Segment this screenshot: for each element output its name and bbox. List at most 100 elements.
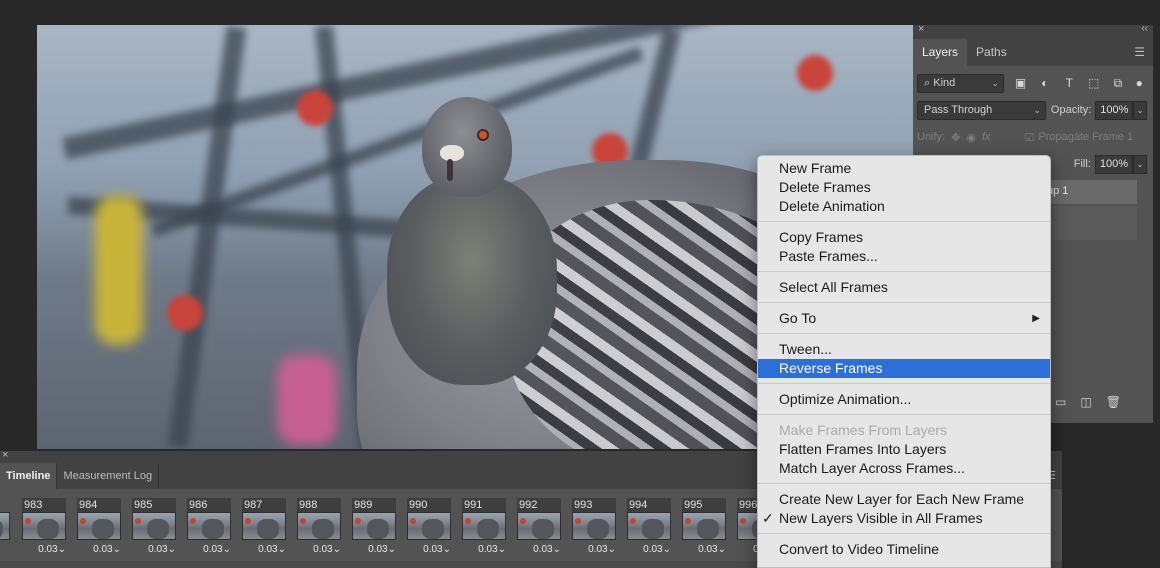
menu-item-label: Flatten Frames Into Layers <box>779 441 947 457</box>
frame-number: 984 <box>77 498 121 512</box>
red-ball <box>167 295 203 331</box>
menu-separator <box>758 216 1050 228</box>
frame-delay-value: 0.03 <box>148 544 168 555</box>
menu-item-label: Paste Frames... <box>779 248 878 264</box>
frame-delay-value: 0.03 <box>368 544 388 555</box>
frame-thumbnail <box>407 512 451 540</box>
blend-mode-dropdown[interactable]: Pass Through ⌄ <box>917 100 1046 120</box>
menu-item-label: Delete Animation <box>779 198 885 214</box>
frame-delay[interactable]: 0.03⌄ <box>698 544 726 555</box>
frame-delay[interactable]: 0.03⌄ <box>368 544 396 555</box>
fill-input[interactable]: 100% <box>1094 154 1133 174</box>
animation-frame[interactable]: 990 0.03⌄ <box>401 495 455 561</box>
menu-item-delete-frames[interactable]: Delete Frames <box>758 178 1050 197</box>
frame-delay-value: 0.03 <box>533 544 553 555</box>
chevron-down-icon: ⌄ <box>167 544 176 555</box>
menu-item-go-to[interactable]: Go To ▶ <box>758 309 1050 328</box>
menu-item-optimize-animation[interactable]: Optimize Animation... <box>758 390 1050 409</box>
tab-measurement-log[interactable]: Measurement Log <box>57 463 160 489</box>
smart-object-filter-icon[interactable]: ⧉ <box>1110 75 1125 91</box>
chevron-down-icon[interactable]: ⌄ <box>1133 100 1147 120</box>
animation-frame[interactable]: 994 0.03⌄ <box>621 495 675 561</box>
menu-item-flatten-frames-into-layers[interactable]: Flatten Frames Into Layers <box>758 440 1050 459</box>
animation-frame[interactable]: 995 0.03⌄ <box>676 495 730 561</box>
menu-separator <box>758 378 1050 390</box>
frame-number: 993 <box>572 498 616 512</box>
animation-frame[interactable] <box>0 495 14 561</box>
frame-delay[interactable]: 0.03⌄ <box>313 544 341 555</box>
new-layer-icon[interactable]: ◫ <box>1080 395 1091 409</box>
menu-item-paste-frames[interactable]: Paste Frames... <box>758 247 1050 266</box>
shape-filter-icon[interactable]: ⬚ <box>1086 75 1101 91</box>
frame-thumbnail <box>462 512 506 540</box>
panel-menu-icon[interactable]: ☰ <box>1134 45 1145 59</box>
unify-style-icon[interactable]: fx <box>982 131 991 143</box>
menu-item-convert-to-video-timeline[interactable]: Convert to Video Timeline <box>758 540 1050 559</box>
new-group-icon[interactable]: ▭ <box>1055 395 1066 409</box>
chevron-down-icon[interactable]: ⌄ <box>1133 154 1147 174</box>
animation-frame[interactable]: 984 0.03⌄ <box>71 495 125 561</box>
adjustment-filter-icon[interactable]: ◐ <box>1037 75 1052 91</box>
pixel-layer-filter-icon[interactable]: ▣ <box>1013 75 1028 91</box>
frame-delay[interactable]: 0.03⌄ <box>478 544 506 555</box>
tab-timeline[interactable]: Timeline <box>0 463 58 489</box>
unify-position-icon[interactable]: ✥ <box>951 131 960 144</box>
frame-thumbnail <box>517 512 561 540</box>
frame-delay[interactable]: 0.03⌄ <box>533 544 561 555</box>
frame-delay[interactable]: 0.03⌄ <box>643 544 671 555</box>
opacity-input[interactable]: 100% <box>1095 100 1134 120</box>
menu-item-label: New Frame <box>779 160 852 176</box>
menu-item-match-layer-across-frames[interactable]: Match Layer Across Frames... <box>758 459 1050 478</box>
type-filter-icon[interactable]: T <box>1062 75 1077 91</box>
close-icon[interactable]: × <box>2 449 8 461</box>
frame-delay[interactable]: 0.03⌄ <box>203 544 231 555</box>
tab-layers[interactable]: Layers <box>913 39 968 66</box>
menu-item-reverse-frames[interactable]: Reverse Frames <box>758 359 1050 378</box>
collapse-icon[interactable]: ‹‹ <box>1141 23 1148 34</box>
chevron-down-icon: ⌄ <box>662 544 671 555</box>
chevron-down-icon: ⌄ <box>222 544 231 555</box>
close-icon[interactable]: × <box>918 23 924 35</box>
menu-item-copy-frames[interactable]: Copy Frames <box>758 228 1050 247</box>
animation-frame[interactable]: 992 0.03⌄ <box>511 495 565 561</box>
tab-paths[interactable]: Paths <box>967 39 1016 66</box>
frame-number: 985 <box>132 498 176 512</box>
animation-frame[interactable]: 989 0.03⌄ <box>346 495 400 561</box>
trash-icon[interactable]: 🗑 <box>1106 395 1121 409</box>
menu-item-new-layers-visible-in-all-frames[interactable]: ✓ New Layers Visible in All Frames <box>758 509 1050 528</box>
animation-frame[interactable]: 985 0.03⌄ <box>126 495 180 561</box>
frame-delay[interactable]: 0.03⌄ <box>258 544 286 555</box>
checkbox-icon[interactable]: ☑ <box>1025 131 1035 144</box>
frame-delay[interactable]: 0.03⌄ <box>423 544 451 555</box>
animation-frame[interactable]: 986 0.03⌄ <box>181 495 235 561</box>
frame-delay-value: 0.03 <box>588 544 608 555</box>
menu-item-delete-animation[interactable]: Delete Animation <box>758 197 1050 216</box>
menu-item-create-new-layer-for-each-new-frame[interactable]: Create New Layer for Each New Frame <box>758 490 1050 509</box>
menu-item-new-frame[interactable]: New Frame <box>758 159 1050 178</box>
frame-delay[interactable]: 0.03⌄ <box>588 544 616 555</box>
menu-separator <box>758 478 1050 490</box>
animation-frame[interactable]: 983 0.03⌄ <box>16 495 70 561</box>
submenu-arrow-icon: ▶ <box>1032 313 1040 324</box>
photoshop-window: × ‹‹ Layers Paths ☰ ⌕ Kind ⌄ ▣ ◐ T ⬚ ⧉ ●… <box>0 0 1160 568</box>
filter-toggle-icon[interactable]: ● <box>1132 75 1147 91</box>
menu-item-label: New Layers Visible in All Frames <box>779 510 983 526</box>
menu-item-select-all-frames[interactable]: Select All Frames <box>758 278 1050 297</box>
unify-visibility-icon[interactable]: ◉ <box>966 131 976 144</box>
frame-delay[interactable]: 0.03⌄ <box>93 544 121 555</box>
filter-kind-dropdown[interactable]: ⌕ Kind ⌄ <box>917 73 1004 93</box>
chevron-down-icon: ⌄ <box>112 544 121 555</box>
menu-item-tween[interactable]: Tween... <box>758 340 1050 359</box>
frame-number: 987 <box>242 498 286 512</box>
animation-frame[interactable]: 993 0.03⌄ <box>566 495 620 561</box>
animation-frame[interactable]: 991 0.03⌄ <box>456 495 510 561</box>
menu-item-label: Convert to Video Timeline <box>779 541 940 557</box>
blend-row: Pass Through ⌄ Opacity: 100% ⌄ <box>917 100 1147 120</box>
frame-number: 990 <box>407 498 451 512</box>
animation-frame[interactable]: 988 0.03⌄ <box>291 495 345 561</box>
frame-delay[interactable]: 0.03⌄ <box>148 544 176 555</box>
frame-delay[interactable]: 0.03⌄ <box>38 544 66 555</box>
menu-item-label: Go To <box>779 310 817 326</box>
animation-frame[interactable]: 987 0.03⌄ <box>236 495 290 561</box>
red-ball <box>797 55 833 91</box>
